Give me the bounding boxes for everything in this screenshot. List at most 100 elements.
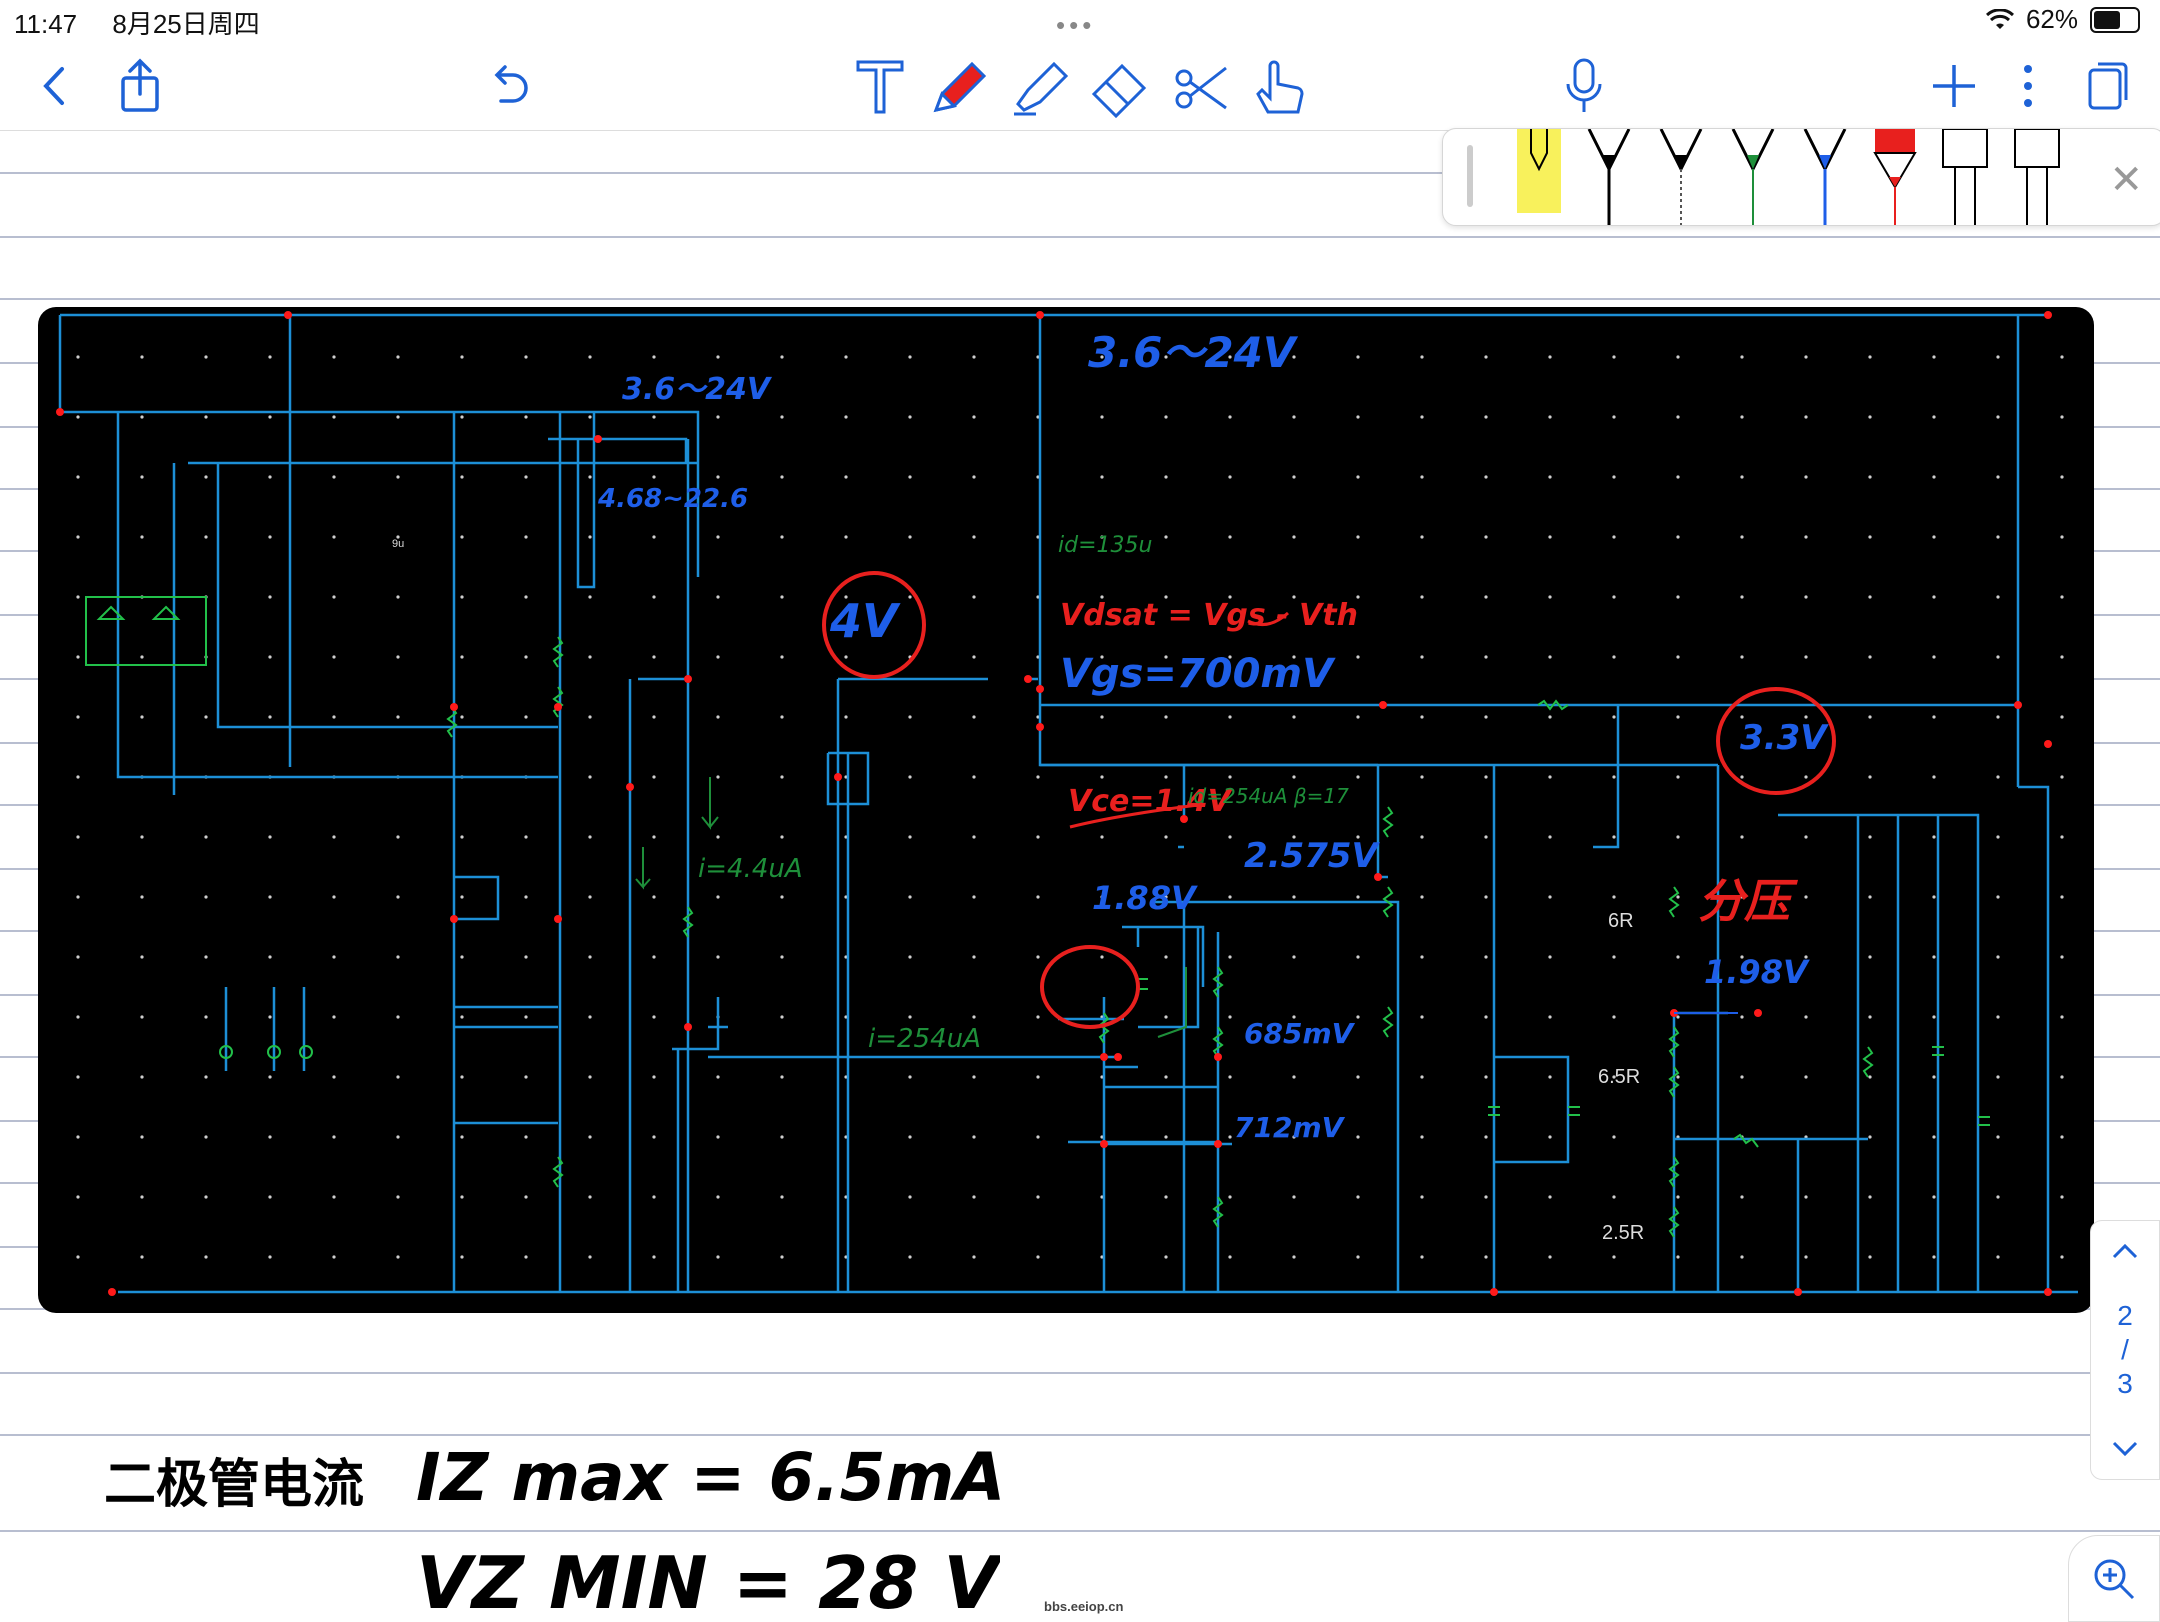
grid-dot bbox=[204, 1255, 208, 1259]
grid-dot bbox=[204, 955, 208, 959]
grid-dot bbox=[1228, 895, 1232, 899]
green-pen[interactable] bbox=[1725, 129, 1781, 225]
grid-dot bbox=[460, 1135, 464, 1139]
black-fineliner-pen[interactable] bbox=[1581, 129, 1637, 225]
red-pen[interactable] bbox=[1867, 129, 1923, 225]
grid-dot bbox=[716, 1135, 720, 1139]
page-up-icon[interactable] bbox=[2110, 1241, 2140, 1261]
panel-handle[interactable] bbox=[1467, 145, 1473, 207]
zoom-in-icon[interactable] bbox=[2068, 1535, 2160, 1622]
grid-dot bbox=[268, 955, 272, 959]
white-pen-2[interactable] bbox=[2009, 129, 2065, 225]
grid-dot bbox=[268, 895, 272, 899]
grid-dot bbox=[716, 475, 720, 479]
grid-dot bbox=[1996, 1255, 2000, 1259]
grid-dot bbox=[1868, 895, 1872, 899]
grid-dot bbox=[76, 1255, 80, 1259]
pen-tool-icon[interactable] bbox=[928, 54, 992, 118]
grid-dot bbox=[2060, 1135, 2064, 1139]
page-down-icon[interactable] bbox=[2110, 1439, 2140, 1459]
grid-dot bbox=[1676, 715, 1680, 719]
grid-dot bbox=[780, 1075, 784, 1079]
eraser-tool-icon[interactable] bbox=[1088, 54, 1152, 118]
white-pen-1[interactable] bbox=[1937, 129, 1993, 225]
lasso-tool-icon[interactable] bbox=[1168, 54, 1232, 118]
grid-dot bbox=[1612, 775, 1616, 779]
grid-dot bbox=[1228, 1015, 1232, 1019]
more-icon[interactable] bbox=[1996, 54, 2060, 118]
grid-dot bbox=[1292, 1195, 1296, 1199]
grid-dot bbox=[1484, 415, 1488, 419]
multitask-dots[interactable]: ••• bbox=[1056, 10, 1095, 41]
page-navigator: 2 / 3 bbox=[2090, 1220, 2160, 1480]
black-dashed-pen[interactable] bbox=[1653, 129, 1709, 225]
grid-dot bbox=[396, 1255, 400, 1259]
grid-dot bbox=[140, 1255, 144, 1259]
grid-dot bbox=[716, 955, 720, 959]
grid-dot bbox=[1740, 355, 1744, 359]
pages-icon[interactable] bbox=[2076, 54, 2140, 118]
grid-dot bbox=[76, 835, 80, 839]
text-tool-icon[interactable] bbox=[848, 54, 912, 118]
grid-dot bbox=[460, 415, 464, 419]
grid-dot bbox=[1356, 895, 1360, 899]
grid-dot bbox=[1996, 1195, 2000, 1199]
junction-node bbox=[1114, 1053, 1122, 1061]
grid-dot bbox=[1612, 535, 1616, 539]
grid-dot bbox=[332, 655, 336, 659]
grid-dot bbox=[1484, 1195, 1488, 1199]
grid-dot bbox=[1548, 775, 1552, 779]
grid-dot bbox=[2060, 1015, 2064, 1019]
grid-dot bbox=[1420, 955, 1424, 959]
grid-dot bbox=[908, 835, 912, 839]
grid-dot bbox=[1100, 415, 1104, 419]
undo-icon[interactable] bbox=[478, 54, 542, 118]
close-icon[interactable]: ✕ bbox=[2109, 157, 2143, 203]
highlighter-tool-icon[interactable] bbox=[1008, 54, 1072, 118]
grid-dot bbox=[1676, 775, 1680, 779]
grid-dot bbox=[1804, 655, 1808, 659]
junction-node bbox=[1379, 701, 1387, 709]
grid-dot bbox=[1292, 1075, 1296, 1079]
grid-dot bbox=[780, 895, 784, 899]
grid-dot bbox=[76, 895, 80, 899]
grid-dot bbox=[1420, 355, 1424, 359]
grid-dot bbox=[1804, 1015, 1808, 1019]
grid-dot bbox=[204, 895, 208, 899]
circuit-screenshot[interactable]: 9u 6R 6.5R 2.5R 3.6～24V 3.6～24V 4.68~22.… bbox=[38, 307, 2094, 1313]
highlighter-yellow-pen[interactable] bbox=[1511, 129, 1567, 225]
grid-dot bbox=[1932, 415, 1936, 419]
add-icon[interactable] bbox=[1922, 54, 1986, 118]
grid-dot bbox=[2060, 1075, 2064, 1079]
grid-dot bbox=[2060, 715, 2064, 719]
grid-dot bbox=[524, 655, 528, 659]
grid-dot bbox=[204, 1135, 208, 1139]
junction-node bbox=[554, 915, 562, 923]
resistor-label-6r: 6R bbox=[1608, 910, 1634, 932]
grid-dot bbox=[588, 595, 592, 599]
grid-dot bbox=[1484, 595, 1488, 599]
grid-dot bbox=[652, 535, 656, 539]
grid-dot bbox=[716, 595, 720, 599]
grid-dot bbox=[1100, 715, 1104, 719]
blue-pen[interactable] bbox=[1797, 129, 1853, 225]
junction-node bbox=[2044, 1288, 2052, 1296]
grid-dot bbox=[1996, 1075, 2000, 1079]
grid-dot bbox=[2060, 1195, 2064, 1199]
grid-dot bbox=[1932, 1195, 1936, 1199]
grid-dot bbox=[1548, 955, 1552, 959]
share-icon[interactable] bbox=[108, 54, 172, 118]
hand-tool-icon[interactable] bbox=[1248, 54, 1312, 118]
grid-dot bbox=[460, 1075, 464, 1079]
junction-node bbox=[554, 703, 562, 711]
grid-dot bbox=[332, 1015, 336, 1019]
junction-node bbox=[834, 773, 842, 781]
back-icon[interactable] bbox=[22, 54, 86, 118]
grid-dot bbox=[588, 355, 592, 359]
grid-dot bbox=[1356, 1075, 1360, 1079]
grid-dot bbox=[204, 715, 208, 719]
grid-dot bbox=[268, 1015, 272, 1019]
junction-node bbox=[1036, 685, 1044, 693]
grid-dot bbox=[1804, 1075, 1808, 1079]
microphone-icon[interactable] bbox=[1552, 54, 1616, 118]
